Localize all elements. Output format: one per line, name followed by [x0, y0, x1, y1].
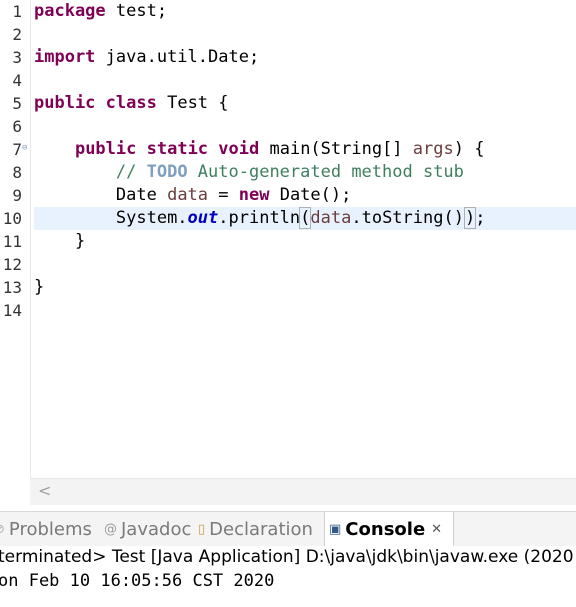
tab-label: Console — [345, 518, 426, 540]
code-text: java.util.Date; — [95, 47, 260, 67]
tab-declaration[interactable]: ▯ Declaration — [198, 512, 322, 546]
close-icon[interactable]: ✕ — [431, 522, 442, 537]
code-line[interactable]: Date data = new Date(); — [34, 184, 576, 207]
tab-javadoc[interactable]: @ Javadoc — [104, 512, 196, 546]
code-text: Date(); — [269, 185, 352, 205]
code-area[interactable]: package test; import java.util.Date; pub… — [34, 0, 576, 478]
comment: // — [115, 162, 147, 182]
console-status: terminated> Test [Java Application] D:\j… — [0, 547, 574, 567]
tab-label: Javadoc — [121, 518, 192, 540]
line-number: 2 — [12, 25, 22, 44]
code-line[interactable]: } — [34, 230, 576, 253]
current-code-line[interactable]: System.out.println(data.toString()); — [34, 207, 576, 230]
code-line[interactable]: public static void main(String[] args) { — [34, 138, 576, 161]
console-icon: ▣ — [329, 521, 342, 537]
code-editor[interactable]: 1 2 3 4 5 6 7 ⊖ 8 9 10 11 12 13 14 packa… — [0, 0, 576, 478]
code-text: .toString() — [351, 208, 464, 228]
scroll-left-arrow-icon[interactable]: < — [38, 481, 51, 500]
keyword: import — [34, 47, 96, 67]
line-number: 13 — [2, 278, 22, 297]
console-output-line: on Feb 10 16:05:56 CST 2020 — [0, 571, 275, 591]
line-number: 14 — [2, 301, 22, 320]
keyword: static — [146, 139, 209, 159]
code-text: System. — [115, 208, 188, 228]
fold-collapse-icon[interactable]: ⊖ — [22, 137, 30, 160]
line-number: 5 — [12, 94, 22, 113]
line-number: 9 — [12, 186, 22, 205]
declaration-icon: ▯ — [198, 521, 206, 537]
code-line[interactable]: public class Test { — [34, 92, 576, 115]
keyword: public — [74, 139, 137, 159]
code-line[interactable]: // TODO Auto-generated method stub — [34, 161, 576, 184]
code-text: Date — [115, 185, 168, 205]
line-number: 4 — [12, 71, 22, 90]
line-number: 12 — [2, 255, 22, 274]
code-text: } — [74, 231, 86, 251]
keyword: package — [34, 1, 106, 21]
local-variable: data — [167, 185, 209, 205]
view-tab-bar: ⊘ Problems @ Javadoc ▯ Declaration ▣ Con… — [0, 511, 576, 547]
line-number: 8 — [12, 163, 22, 182]
javadoc-icon: @ — [104, 521, 117, 537]
line-number: 6 — [12, 117, 22, 136]
keyword: void — [218, 139, 260, 159]
line-number: 10 — [2, 209, 22, 228]
tab-label: Problems — [8, 518, 92, 540]
code-text: Test { — [156, 93, 229, 113]
keyword: new — [238, 185, 270, 205]
code-text: .println — [218, 208, 301, 228]
keyword: public — [34, 93, 96, 113]
code-line[interactable]: } — [34, 276, 576, 299]
code-text: main(String[] — [259, 139, 413, 159]
line-number: 7 — [12, 140, 22, 159]
code-text: ; — [475, 208, 486, 228]
bracket-match-open: ( — [299, 207, 312, 229]
static-field: out — [187, 208, 219, 228]
code-line[interactable]: import java.util.Date; — [34, 46, 576, 69]
console-output[interactable]: terminated> Test [Java Application] D:\j… — [0, 546, 576, 607]
line-number: 3 — [12, 48, 22, 67]
line-number-gutter: 1 2 3 4 5 6 7 ⊖ 8 9 10 11 12 13 14 — [0, 0, 31, 478]
code-text: test; — [105, 1, 168, 21]
bracket-match-close: ) — [463, 207, 477, 229]
local-variable: data — [310, 208, 352, 228]
tab-problems[interactable]: ⊘ Problems — [0, 512, 94, 546]
todo-tag: TODO — [146, 162, 188, 182]
line-number: 1 — [12, 2, 22, 21]
tab-label: Declaration — [209, 518, 313, 540]
keyword: class — [105, 93, 157, 113]
horizontal-scrollbar[interactable]: < — [30, 478, 576, 505]
code-text: = — [208, 185, 239, 205]
code-text: ) { — [453, 139, 485, 159]
comment: Auto-generated method stub — [187, 162, 464, 182]
code-line[interactable]: package test; — [34, 0, 576, 23]
code-text: } — [34, 277, 45, 297]
tab-console[interactable]: ▣ Console ✕ — [324, 512, 454, 546]
problems-icon: ⊘ — [0, 522, 5, 537]
line-number: 11 — [2, 232, 22, 251]
parameter-name: args — [412, 139, 454, 159]
